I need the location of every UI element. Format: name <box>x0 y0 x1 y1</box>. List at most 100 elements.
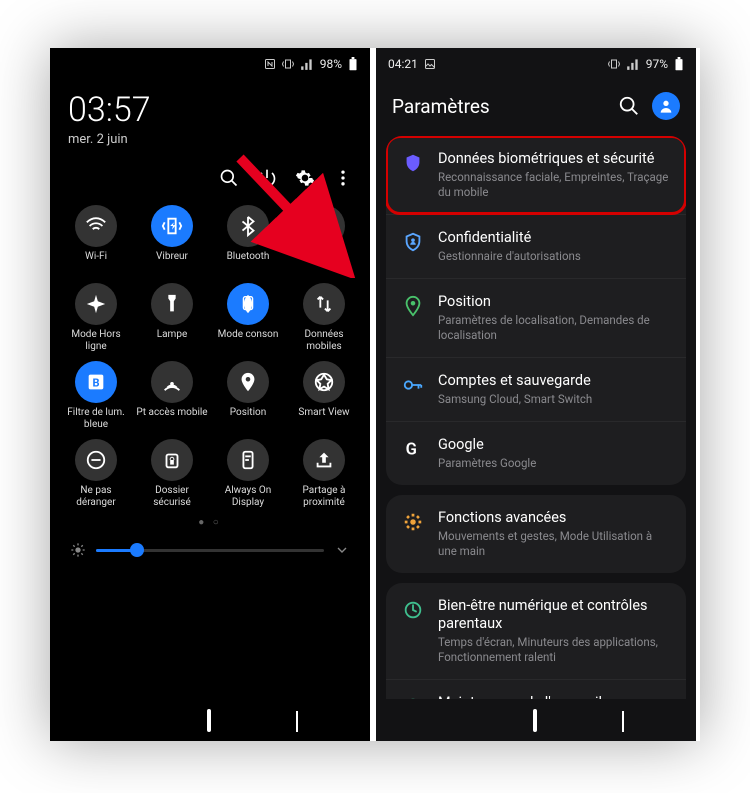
settings-item-privacy[interactable]: ConfidentialitéGestionnaire d'autorisati… <box>386 214 686 278</box>
privacy-icon <box>402 231 424 253</box>
battery-text: 98% <box>320 57 342 71</box>
tile-label: Wi-Fi <box>85 251 107 275</box>
hotspot-icon <box>151 361 193 403</box>
qs-tile-secure[interactable]: Dossier sécurisé <box>136 439 208 509</box>
settings-item-wellbeing[interactable]: Bien-être numérique et contrôles parenta… <box>386 583 686 679</box>
item-title: Bien-être numérique et contrôles parenta… <box>438 597 670 633</box>
tile-label: Ne pas déranger <box>60 485 132 509</box>
home-button[interactable] <box>207 711 211 730</box>
tile-label: Lampe <box>157 329 188 353</box>
secure-icon <box>151 439 193 481</box>
brightness-slider[interactable] <box>96 549 324 552</box>
status-bar: 98% <box>50 48 370 80</box>
item-subtitle: Gestionnaire d'autorisations <box>438 249 670 264</box>
gear-adv-icon <box>402 511 424 533</box>
svg-text:B: B <box>92 377 99 390</box>
settings-item-care[interactable]: Maintenance de l'appareilBatterie, Stock… <box>386 679 686 699</box>
nfc-icon <box>264 58 276 70</box>
settings-item-shield[interactable]: Données biométriques et sécuritéReconnai… <box>386 136 686 214</box>
qs-tile-hotspot[interactable]: Pt accès mobile <box>136 361 208 431</box>
gear-icon[interactable] <box>294 167 316 189</box>
qs-tile-share[interactable]: Partage à proximité <box>288 439 360 509</box>
airplane-icon <box>75 283 117 325</box>
svg-text:G: G <box>406 441 417 460</box>
bluetooth-icon <box>227 205 269 247</box>
google-icon: G <box>402 438 424 460</box>
qs-tile-vibrate[interactable]: Vibreur <box>136 205 208 275</box>
avatar[interactable] <box>652 92 680 120</box>
qs-tile-dnd[interactable]: Ne pas déranger <box>60 439 132 509</box>
settings-item-gear-adv[interactable]: Fonctions avancéesMouvements et gestes, … <box>386 495 686 573</box>
phone-quick-settings: 98% 03:57 mer. 2 juin Wi-Fi Vibreur Blueto… <box>50 48 370 741</box>
item-subtitle: Temps d'écran, Minuteurs des application… <box>438 635 670 665</box>
qs-tiles-grid: Wi-Fi Vibreur Bluetooth Portrait Mode Hors l… <box>50 197 370 513</box>
settings-card: Bien-être numérique et contrôles parenta… <box>386 583 686 699</box>
data-icon <box>303 283 345 325</box>
tile-label: Données mobiles <box>288 329 360 353</box>
clock-block: 03:57 mer. 2 juin <box>50 80 370 155</box>
signal-icon <box>626 58 640 70</box>
sun-icon <box>70 542 86 558</box>
qs-tile-location[interactable]: Position <box>212 361 284 431</box>
qs-tile-data[interactable]: Données mobiles <box>288 283 360 353</box>
power-icon[interactable] <box>256 167 278 189</box>
item-subtitle: Paramètres de localisation, Demandes de … <box>438 313 670 343</box>
qs-tile-smartview[interactable]: Smart View <box>288 361 360 431</box>
battery-icon <box>674 57 684 71</box>
battery-icon <box>348 57 358 71</box>
back-button[interactable] <box>622 711 624 730</box>
settings-item-key[interactable]: Comptes et sauvegardeSamsung Cloud, Smar… <box>386 357 686 421</box>
wifi-icon <box>75 205 117 247</box>
item-subtitle: Reconnaissance faciale, Empreintes, Traç… <box>438 170 670 200</box>
tile-label: Filtre de lum. bleue <box>60 407 132 431</box>
qs-tile-airplane[interactable]: Mode Hors ligne <box>60 283 132 353</box>
back-button[interactable] <box>296 711 298 730</box>
qs-tile-wifi[interactable]: Wi-Fi <box>60 205 132 275</box>
more-vertical-icon[interactable] <box>332 167 354 189</box>
nav-bar <box>50 699 370 741</box>
tile-label: Portrait <box>307 251 340 275</box>
tile-label: Vibreur <box>156 251 188 275</box>
home-button[interactable] <box>533 711 537 730</box>
qs-tile-leaf[interactable]: Mode conson <box>212 283 284 353</box>
key-icon <box>402 374 424 396</box>
settings-item-pin[interactable]: Position Paramètres de localisation, Dema… <box>386 278 686 357</box>
wellbeing-icon <box>402 599 424 621</box>
tile-label: Always On Display <box>212 485 284 509</box>
settings-card: Données biométriques et sécuritéReconnai… <box>386 136 686 485</box>
qs-tile-flashlight[interactable]: Lampe <box>136 283 208 353</box>
tile-label: Bluetooth <box>227 251 270 275</box>
dnd-icon <box>75 439 117 481</box>
image-icon <box>424 58 436 70</box>
status-time: 04:21 <box>388 57 418 71</box>
item-subtitle: Samsung Cloud, Smart Switch <box>438 392 670 407</box>
qs-tile-portrait[interactable]: Portrait <box>288 205 360 275</box>
bluefilter-icon: B <box>75 361 117 403</box>
qs-tile-bluefilter[interactable]: B Filtre de lum. bleue <box>60 361 132 431</box>
settings-header: Paramètres <box>376 80 696 132</box>
settings-list: Données biométriques et sécuritéReconnai… <box>376 132 696 699</box>
vibrate-status-icon <box>282 58 294 70</box>
item-title: Position <box>438 293 670 311</box>
smartview-icon <box>303 361 345 403</box>
signal-icon <box>300 58 314 70</box>
item-title: Google <box>438 436 670 454</box>
tile-label: Partage à proximité <box>288 485 360 509</box>
qs-tile-bluetooth[interactable]: Bluetooth <box>212 205 284 275</box>
qs-tile-aod[interactable]: Always On Display <box>212 439 284 509</box>
phone-settings: 04:21 97% Paramètres D <box>376 48 696 741</box>
clock-date: mer. 2 juin <box>68 132 352 147</box>
portrait-icon <box>303 205 345 247</box>
battery-text: 97% <box>646 57 668 71</box>
search-icon[interactable] <box>618 95 640 117</box>
item-subtitle: Mouvements et gestes, Mode Utilisation à… <box>438 529 670 559</box>
page-title: Paramètres <box>392 95 606 118</box>
flashlight-icon <box>151 283 193 325</box>
search-icon[interactable] <box>218 167 240 189</box>
shield-icon <box>402 152 424 174</box>
status-bar: 04:21 97% <box>376 48 696 80</box>
chevron-down-icon[interactable] <box>334 542 350 558</box>
vibrate-status-icon <box>608 58 620 70</box>
tile-label: Pt accès mobile <box>136 407 207 431</box>
settings-item-google[interactable]: GGoogleParamètres Google <box>386 421 686 485</box>
